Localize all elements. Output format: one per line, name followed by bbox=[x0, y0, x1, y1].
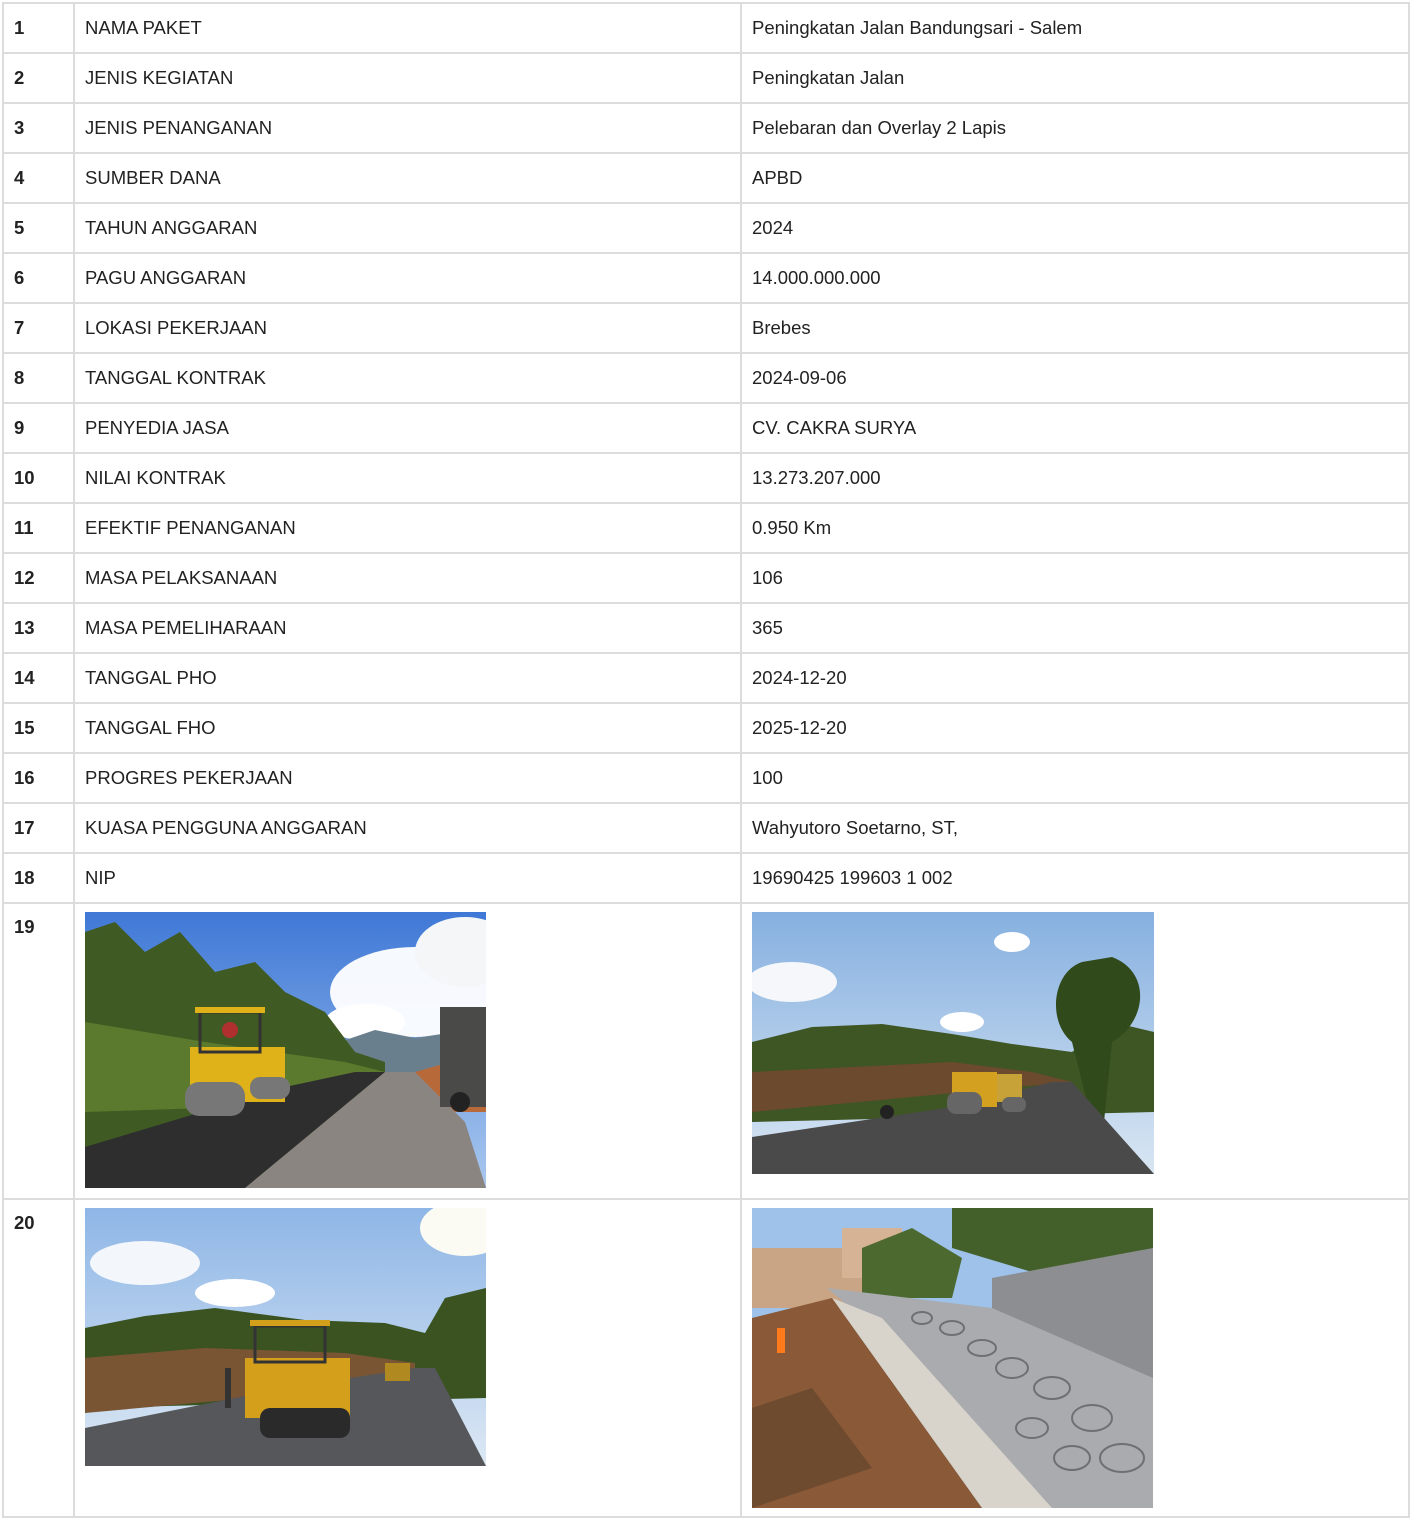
row-value: APBD bbox=[740, 152, 1410, 204]
table-row: 17 KUASA PENGGUNA ANGGARAN Wahyutoro Soeta… bbox=[2, 802, 1410, 854]
row-number: 17 bbox=[2, 802, 75, 854]
row-value: 365 bbox=[740, 602, 1410, 654]
row-value: 0.950 Km bbox=[740, 502, 1410, 554]
row-number: 3 bbox=[2, 102, 75, 154]
table-row: 9 PENYEDIA JASA CV. CAKRA SURYA bbox=[2, 402, 1410, 454]
photo-cell bbox=[740, 902, 1410, 1200]
row-label: NAMA PAKET bbox=[73, 2, 742, 54]
row-value: 2024-12-20 bbox=[740, 652, 1410, 704]
row-value: 19690425 199603 1 002 bbox=[740, 852, 1410, 904]
table-row: 12 MASA PELAKSANAAN 106 bbox=[2, 552, 1410, 604]
photo-cell bbox=[740, 1198, 1410, 1518]
row-number: 20 bbox=[2, 1198, 75, 1518]
row-value: 14.000.000.000 bbox=[740, 252, 1410, 304]
row-label: NILAI KONTRAK bbox=[73, 452, 742, 504]
row-value: Peningkatan Jalan bbox=[740, 52, 1410, 104]
row-number: 4 bbox=[2, 152, 75, 204]
row-label: TAHUN ANGGARAN bbox=[73, 202, 742, 254]
row-number: 14 bbox=[2, 652, 75, 704]
row-number: 13 bbox=[2, 602, 75, 654]
row-number: 5 bbox=[2, 202, 75, 254]
table-row: 14 TANGGAL PHO 2024-12-20 bbox=[2, 652, 1410, 704]
row-value: 2025-12-20 bbox=[740, 702, 1410, 754]
row-number: 6 bbox=[2, 252, 75, 304]
row-value: 13.273.207.000 bbox=[740, 452, 1410, 504]
photo-cell bbox=[73, 902, 742, 1200]
row-number: 16 bbox=[2, 752, 75, 804]
table-row: 15 TANGGAL FHO 2025-12-20 bbox=[2, 702, 1410, 754]
row-label: LOKASI PEKERJAAN bbox=[73, 302, 742, 354]
row-label: MASA PEMELIHARAAN bbox=[73, 602, 742, 654]
row-number: 9 bbox=[2, 402, 75, 454]
row-label: TANGGAL KONTRAK bbox=[73, 352, 742, 404]
row-value: Wahyutoro Soetarno, ST, bbox=[740, 802, 1410, 854]
row-label: MASA PELAKSANAAN bbox=[73, 552, 742, 604]
table-row: 6 PAGU ANGGARAN 14.000.000.000 bbox=[2, 252, 1410, 304]
row-number: 8 bbox=[2, 352, 75, 404]
row-label: JENIS PENANGANAN bbox=[73, 102, 742, 154]
table-body: 1 NAMA PAKET Peningkatan Jalan Bandungsari… bbox=[2, 2, 1410, 1518]
project-detail-table: 1 NAMA PAKET Peningkatan Jalan Bandungsari… bbox=[2, 2, 1410, 1518]
row-label: TANGGAL FHO bbox=[73, 702, 742, 754]
row-number: 12 bbox=[2, 552, 75, 604]
row-label: PROGRES PEKERJAAN bbox=[73, 752, 742, 804]
road-paving-photo bbox=[752, 912, 1154, 1174]
row-value: 100 bbox=[740, 752, 1410, 804]
row-number: 15 bbox=[2, 702, 75, 754]
table-row: 16 PROGRES PEKERJAAN 100 bbox=[2, 752, 1410, 804]
table-row: 2 JENIS KEGIATAN Peningkatan Jalan bbox=[2, 52, 1410, 104]
row-value: Brebes bbox=[740, 302, 1410, 354]
table-row: 3 JENIS PENANGANAN Pelebaran dan Overlay 2… bbox=[2, 102, 1410, 154]
row-value: 2024 bbox=[740, 202, 1410, 254]
photo-row: 20 bbox=[2, 1198, 1410, 1518]
table-row: 13 MASA PEMELIHARAAN 365 bbox=[2, 602, 1410, 654]
row-number: 18 bbox=[2, 852, 75, 904]
retaining-wall-photo bbox=[752, 1208, 1153, 1508]
table-row: 11 EFEKTIF PENANGANAN 0.950 Km bbox=[2, 502, 1410, 554]
table-row: 8 TANGGAL KONTRAK 2024-09-06 bbox=[2, 352, 1410, 404]
row-value: 106 bbox=[740, 552, 1410, 604]
table-row: 4 SUMBER DANA APBD bbox=[2, 152, 1410, 204]
pneumatic-roller-photo bbox=[85, 1208, 486, 1466]
table-row: 10 NILAI KONTRAK 13.273.207.000 bbox=[2, 452, 1410, 504]
row-label: PAGU ANGGARAN bbox=[73, 252, 742, 304]
row-number: 2 bbox=[2, 52, 75, 104]
table-row: 7 LOKASI PEKERJAAN Brebes bbox=[2, 302, 1410, 354]
row-label: SUMBER DANA bbox=[73, 152, 742, 204]
row-number: 1 bbox=[2, 2, 75, 54]
photo-cell bbox=[73, 1198, 742, 1518]
row-label: PENYEDIA JASA bbox=[73, 402, 742, 454]
table-row: 5 TAHUN ANGGARAN 2024 bbox=[2, 202, 1410, 254]
row-value: Pelebaran dan Overlay 2 Lapis bbox=[740, 102, 1410, 154]
row-label: EFEKTIF PENANGANAN bbox=[73, 502, 742, 554]
row-label: KUASA PENGGUNA ANGGARAN bbox=[73, 802, 742, 854]
row-value: Peningkatan Jalan Bandungsari - Salem bbox=[740, 2, 1410, 54]
row-number: 7 bbox=[2, 302, 75, 354]
row-label: NIP bbox=[73, 852, 742, 904]
photo-row: 19 bbox=[2, 902, 1410, 1200]
row-number: 10 bbox=[2, 452, 75, 504]
row-label: TANGGAL PHO bbox=[73, 652, 742, 704]
row-value: CV. CAKRA SURYA bbox=[740, 402, 1410, 454]
row-value: 2024-09-06 bbox=[740, 352, 1410, 404]
row-number: 19 bbox=[2, 902, 75, 1200]
table-row: 18 NIP 19690425 199603 1 002 bbox=[2, 852, 1410, 904]
row-number: 11 bbox=[2, 502, 75, 554]
road-roller-photo bbox=[85, 912, 486, 1188]
row-label: JENIS KEGIATAN bbox=[73, 52, 742, 104]
table-row: 1 NAMA PAKET Peningkatan Jalan Bandungsari… bbox=[2, 2, 1410, 54]
